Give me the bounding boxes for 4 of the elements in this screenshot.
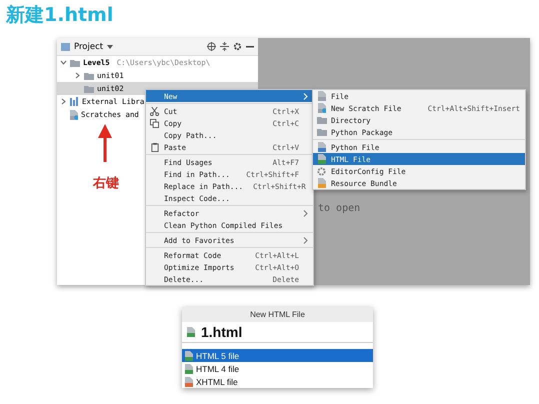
editor-hint: to open: [318, 203, 360, 214]
annotation-label: 右键: [93, 175, 119, 192]
slide-title: 新建1.html: [4, 3, 114, 28]
dialog-title: New HTML File: [182, 307, 373, 322]
